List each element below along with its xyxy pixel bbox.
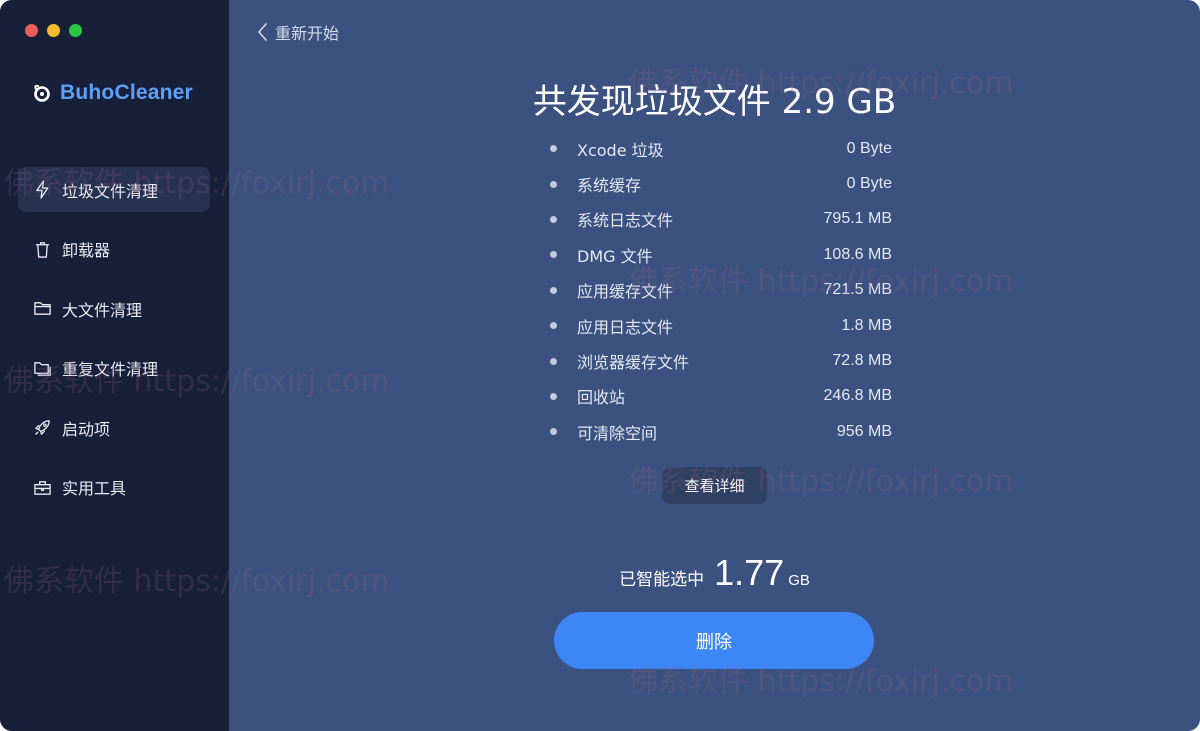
- item-name: Xcode 垃圾: [577, 140, 664, 160]
- window-controls: [25, 24, 82, 37]
- main-panel: 重新开始 共发现垃圾文件 2.9 GB Xcode 垃圾 0 Byte 系统缓存…: [229, 0, 1200, 731]
- list-item: 系统日志文件 795.1 MB: [547, 202, 892, 237]
- list-item: Xcode 垃圾 0 Byte: [547, 131, 892, 166]
- bullet-icon: [550, 251, 557, 259]
- app-window: BuhoCleaner 垃圾文件清理 卸载器 大文件清理 重复文件清理 启动项 …: [0, 0, 1200, 731]
- close-window-button[interactable]: [25, 24, 38, 37]
- selected-unit: GB: [788, 572, 810, 589]
- sidebar-nav: 垃圾文件清理 卸载器 大文件清理 重复文件清理 启动项 实用工具: [18, 167, 210, 524]
- list-item: 浏览器缓存文件 72.8 MB: [547, 343, 892, 378]
- item-size: 108.6 MB: [823, 245, 892, 263]
- bullet-icon: [550, 322, 557, 330]
- view-details-button[interactable]: 查看详细: [662, 467, 767, 504]
- chevron-left-icon: [258, 23, 267, 41]
- sidebar-item-label: 大文件清理: [62, 300, 143, 320]
- item-name: DMG 文件: [577, 246, 653, 266]
- item-name: 应用缓存文件: [577, 282, 674, 302]
- zoom-window-button[interactable]: [69, 24, 82, 37]
- sidebar-item-tools[interactable]: 实用工具: [18, 465, 210, 510]
- sidebar-item-uninstaller[interactable]: 卸载器: [18, 227, 210, 272]
- bullet-icon: [550, 357, 557, 365]
- minimize-window-button[interactable]: [47, 24, 60, 37]
- toolbox-icon: [32, 477, 52, 497]
- bullet-icon: [550, 180, 557, 188]
- item-size: 72.8 MB: [832, 352, 892, 370]
- list-item: 回收站 246.8 MB: [547, 379, 892, 414]
- bolt-icon: [32, 180, 52, 200]
- item-size: 246.8 MB: [823, 387, 892, 405]
- bullet-icon: [550, 428, 557, 436]
- duplicate-folder-icon: [32, 358, 52, 378]
- item-size: 721.5 MB: [823, 281, 892, 299]
- selected-value: 1.77: [714, 552, 785, 593]
- list-item: 应用缓存文件 721.5 MB: [547, 273, 892, 308]
- folder-icon: [32, 299, 52, 319]
- buho-logo-icon: [34, 84, 50, 102]
- app-name: BuhoCleaner: [60, 81, 193, 104]
- sidebar-item-duplicate-files[interactable]: 重复文件清理: [18, 346, 210, 391]
- item-name: 应用日志文件: [577, 317, 674, 337]
- item-size: 956 MB: [836, 422, 892, 440]
- item-size: 795.1 MB: [823, 210, 892, 228]
- sidebar-item-label: 实用工具: [62, 479, 127, 498]
- item-name: 系统缓存: [577, 176, 642, 196]
- item-size: 0 Byte: [846, 175, 892, 193]
- bullet-icon: [550, 392, 557, 400]
- selected-summary: 已智能选中 1.77 GB: [229, 552, 1200, 594]
- brand: BuhoCleaner: [32, 81, 193, 105]
- list-item: 可清除空间 956 MB: [547, 414, 892, 449]
- list-item: DMG 文件 108.6 MB: [547, 237, 892, 272]
- sidebar-item-junk-cleanup[interactable]: 垃圾文件清理: [18, 167, 210, 212]
- list-item: 系统缓存 0 Byte: [547, 166, 892, 201]
- item-name: 系统日志文件: [577, 211, 674, 231]
- bullet-icon: [550, 215, 557, 223]
- item-name: 浏览器缓存文件: [577, 353, 690, 373]
- sidebar: BuhoCleaner 垃圾文件清理 卸载器 大文件清理 重复文件清理 启动项 …: [0, 0, 229, 731]
- restart-label: 重新开始: [275, 24, 340, 43]
- sidebar-item-startup[interactable]: 启动项: [18, 405, 210, 450]
- sidebar-item-label: 卸载器: [62, 241, 111, 260]
- restart-button[interactable]: 重新开始: [255, 20, 339, 44]
- page-title: 共发现垃圾文件 2.9 GB: [532, 82, 897, 122]
- sidebar-item-label: 垃圾文件清理: [62, 181, 159, 201]
- selected-label: 已智能选中: [619, 570, 705, 590]
- sidebar-item-label: 启动项: [62, 419, 111, 439]
- trash-icon: [32, 239, 52, 259]
- sidebar-item-label: 重复文件清理: [62, 360, 159, 379]
- item-name: 可清除空间: [577, 423, 658, 443]
- rocket-icon: [32, 418, 52, 438]
- junk-list: Xcode 垃圾 0 Byte 系统缓存 0 Byte 系统日志文件 795.1…: [547, 131, 892, 450]
- item-name: 回收站: [577, 388, 626, 408]
- bullet-icon: [550, 286, 557, 294]
- bullet-icon: [550, 145, 557, 153]
- delete-button[interactable]: 删除: [554, 612, 874, 669]
- item-size: 1.8 MB: [841, 316, 892, 334]
- item-size: 0 Byte: [846, 139, 892, 157]
- sidebar-item-large-files[interactable]: 大文件清理: [18, 286, 210, 331]
- list-item: 应用日志文件 1.8 MB: [547, 308, 892, 343]
